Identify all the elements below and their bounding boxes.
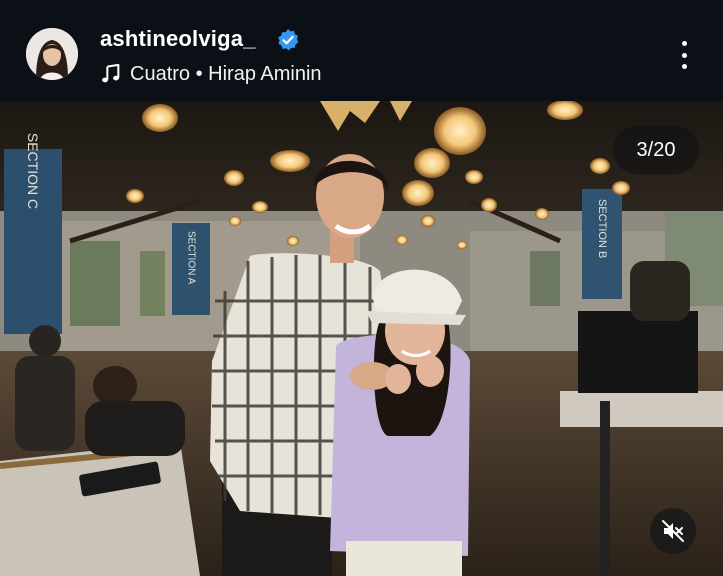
more-options-icon xyxy=(681,41,687,46)
photo-scene: SECTION C SECTION A SECTION B xyxy=(0,101,723,576)
mute-button[interactable] xyxy=(650,508,696,554)
audio-track-label: Cuatro • Hirap Aminin xyxy=(130,62,322,85)
banner-section-c: SECTION C xyxy=(25,133,41,209)
post-header: ashtineolviga_ Cuatro • Hirap Aminin xyxy=(0,0,723,101)
more-options-button[interactable] xyxy=(672,38,696,72)
banner-section-a: SECTION A xyxy=(186,231,197,285)
banner-section-b: SECTION B xyxy=(596,199,608,258)
username[interactable]: ashtineolviga_ xyxy=(100,26,256,52)
post-photo[interactable]: SECTION C SECTION A SECTION B xyxy=(0,101,723,576)
verified-badge-icon xyxy=(278,29,299,51)
audio-link[interactable]: Cuatro • Hirap Aminin xyxy=(100,62,322,86)
music-note-icon xyxy=(102,63,120,83)
avatar[interactable] xyxy=(26,28,78,80)
slide-counter: 3/20 xyxy=(613,126,699,174)
speaker-muted-icon xyxy=(662,520,684,542)
